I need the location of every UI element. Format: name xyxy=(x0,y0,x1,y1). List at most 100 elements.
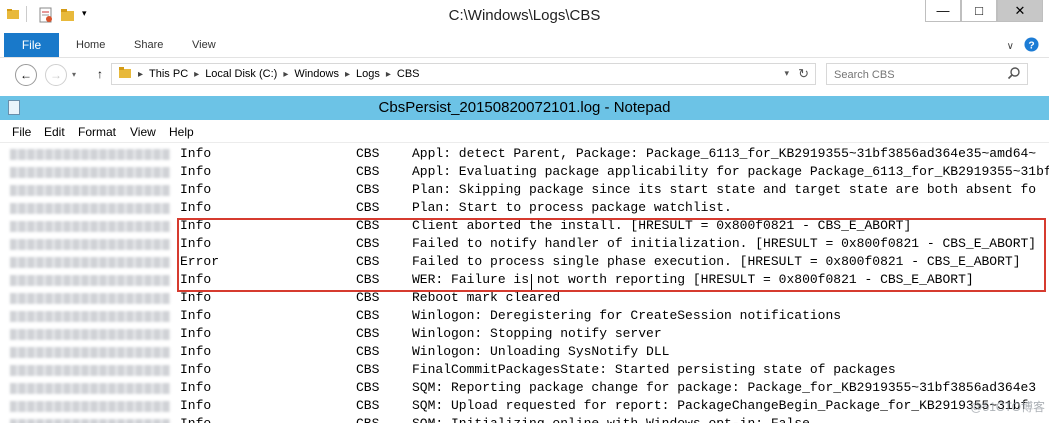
address-bar[interactable]: ▸ This PC ▸ Local Disk (C:) ▸ Windows ▸ … xyxy=(111,63,816,85)
log-message: Appl: Evaluating package applicability f… xyxy=(412,164,1049,179)
log-line: Info CBS FinalCommitPackagesState: Started… xyxy=(0,361,1049,379)
log-message: Winlogon: Stopping notify server xyxy=(412,326,662,341)
breadcrumb-separator-icon[interactable]: ▸ xyxy=(386,69,391,80)
breadcrumb-logs[interactable]: Logs xyxy=(356,68,380,80)
redacted-timestamp xyxy=(10,275,170,286)
menu-view[interactable]: View xyxy=(130,125,156,139)
minimize-icon: — xyxy=(936,3,950,18)
log-level: Info xyxy=(180,415,211,423)
redacted-timestamp xyxy=(10,401,170,412)
log-line: Info CBS Winlogon: Deregistering for Creat… xyxy=(0,307,1049,325)
explorer-window: ▾ C:\Windows\Logs\CBS — □ ✕ File Home Sh… xyxy=(0,0,1049,96)
search-input[interactable] xyxy=(827,64,1011,86)
breadcrumb-separator-icon[interactable]: ▸ xyxy=(138,69,143,80)
log-level: Info xyxy=(180,398,212,413)
redacted-timestamp xyxy=(10,257,170,268)
help-icon[interactable]: ? xyxy=(1024,37,1039,55)
up-arrow-icon: ↑ xyxy=(97,67,103,81)
breadcrumb-separator-icon[interactable]: ▸ xyxy=(194,69,199,80)
redacted-timestamp xyxy=(10,383,170,394)
log-line: Info CBS Plan: Skipping package since its … xyxy=(0,181,1049,199)
maximize-button[interactable]: □ xyxy=(961,0,997,22)
menu-help[interactable]: Help xyxy=(169,125,194,139)
ribbon-tab-file[interactable]: File xyxy=(4,33,59,57)
back-arrow-icon: ← xyxy=(20,68,32,82)
text-caret xyxy=(531,274,532,290)
explorer-titlebar: ▾ C:\Windows\Logs\CBS — □ ✕ xyxy=(0,0,1049,30)
log-level: Info xyxy=(180,200,212,215)
log-level: Info xyxy=(180,362,212,377)
log-component: CBS xyxy=(356,362,380,377)
breadcrumb-this-pc[interactable]: This PC xyxy=(149,68,188,80)
redacted-timestamp xyxy=(10,185,170,196)
address-dropdown-icon[interactable]: ▾ xyxy=(784,68,789,79)
ribbon-tab-share[interactable]: Share xyxy=(134,39,163,51)
refresh-icon[interactable]: ↻ xyxy=(798,66,809,82)
recent-locations-icon[interactable]: ▾ xyxy=(72,70,76,79)
ribbon-tab-home[interactable]: Home xyxy=(76,39,105,51)
redacted-timestamp xyxy=(10,365,170,376)
log-message: FinalCommitPackagesState: Started persis… xyxy=(412,362,896,377)
log-line: Info CBS SQM: Initializing online with Win… xyxy=(0,415,1049,423)
log-component: CBS xyxy=(356,200,380,215)
log-message: SQM: Reporting package change for packag… xyxy=(412,380,1037,395)
log-message: SQM: Initializing online with Windows op… xyxy=(412,415,810,423)
ribbon-help-area: ∨ ? xyxy=(1007,37,1039,55)
log-line: Info CBS Winlogon: Unloading SysNotify DLL xyxy=(0,343,1049,361)
close-button[interactable]: ✕ xyxy=(997,0,1043,22)
redacted-timestamp xyxy=(10,203,170,214)
log-component: CBS xyxy=(356,164,380,179)
search-box[interactable] xyxy=(826,63,1028,86)
minimize-button[interactable]: — xyxy=(925,0,961,22)
redacted-timestamp xyxy=(10,149,170,160)
log-level: Info xyxy=(180,182,212,197)
svg-text:?: ? xyxy=(1028,40,1034,51)
log-message: Winlogon: Deregistering for CreateSessio… xyxy=(412,308,842,323)
redacted-timestamp xyxy=(10,239,170,250)
close-icon: ✕ xyxy=(1014,2,1026,18)
log-level: Info xyxy=(180,326,212,341)
breadcrumb-separator-icon[interactable]: ▸ xyxy=(283,69,288,80)
menu-file[interactable]: File xyxy=(12,125,31,139)
menu-edit[interactable]: Edit xyxy=(44,125,65,139)
notepad-titlebar: CbsPersist_20150820072101.log - Notepad xyxy=(0,96,1049,120)
log-message: Plan: Skipping package since its start s… xyxy=(412,182,1037,197)
up-button[interactable]: ↑ xyxy=(90,64,110,84)
log-line: Info CBS Plan: Start to process package wa… xyxy=(0,199,1049,217)
redacted-timestamp xyxy=(10,167,170,178)
folder-icon xyxy=(118,66,132,82)
ribbon-tabs: File Home Share View ∨ ? xyxy=(0,33,1049,58)
back-button[interactable]: ← xyxy=(15,64,37,86)
breadcrumb-separator-icon[interactable]: ▸ xyxy=(345,69,350,80)
log-component: CBS xyxy=(356,344,380,359)
log-level: Info xyxy=(180,308,212,323)
breadcrumb-local-disk[interactable]: Local Disk (C:) xyxy=(205,68,277,80)
navigation-bar: ← → ▾ ↑ ▸ This PC ▸ Local Disk (C:) ▸ Wi… xyxy=(0,60,1049,90)
log-component: CBS xyxy=(356,326,380,341)
log-component: CBS xyxy=(356,398,380,413)
search-icon[interactable] xyxy=(1007,66,1021,83)
log-component: CBS xyxy=(356,415,379,423)
forward-arrow-icon: → xyxy=(50,68,62,82)
breadcrumb-cbs[interactable]: CBS xyxy=(397,68,420,80)
log-level: Info xyxy=(180,344,212,359)
log-component: CBS xyxy=(356,380,380,395)
redacted-timestamp xyxy=(10,347,170,358)
explorer-title: C:\Windows\Logs\CBS xyxy=(448,7,601,24)
redacted-timestamp xyxy=(10,311,170,322)
ribbon-expand-icon[interactable]: ∨ xyxy=(1007,41,1014,52)
maximize-icon: □ xyxy=(975,3,983,18)
log-level: Info xyxy=(180,164,212,179)
forward-button[interactable]: → xyxy=(45,64,67,86)
menu-format[interactable]: Format xyxy=(78,125,116,139)
notepad-title: CbsPersist_20150820072101.log - Notepad xyxy=(378,99,671,116)
log-line: Info CBS Appl: Evaluating package applicab… xyxy=(0,163,1049,181)
log-message: Appl: detect Parent, Package: Package_61… xyxy=(412,146,1037,161)
redacted-timestamp xyxy=(10,293,170,304)
log-message: SQM: Upload requested for report: Packag… xyxy=(412,398,1029,413)
log-level: Info xyxy=(180,146,212,161)
ribbon-tab-view[interactable]: View xyxy=(192,39,216,51)
breadcrumb-windows[interactable]: Windows xyxy=(294,68,339,80)
log-component: CBS xyxy=(356,308,380,323)
log-line: Info CBS SQM: Upload requested for report:… xyxy=(0,397,1049,415)
